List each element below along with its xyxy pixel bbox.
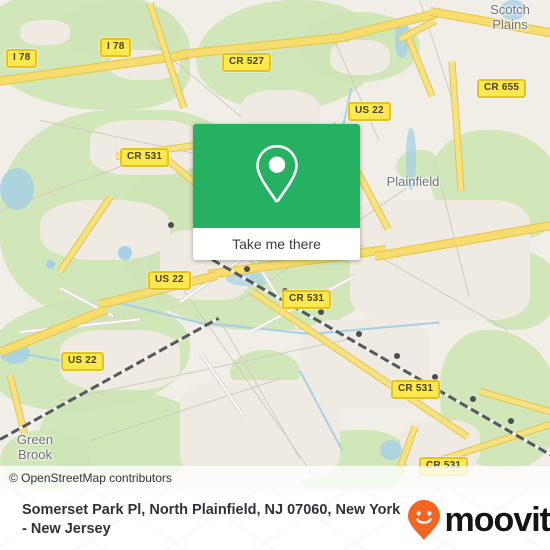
place-label: Green Brook (16, 432, 54, 462)
footer-bar: Somerset Park Pl, North Plainfield, NJ 0… (0, 489, 550, 550)
place-label: Scotch Plains (490, 2, 530, 32)
address-label: Somerset Park Pl, North Plainfield, NJ 0… (22, 501, 401, 537)
popup-image-area (193, 124, 360, 228)
map-canvas[interactable]: I 78 I 78 CR 527 US 22 CR 655 CR 531 US 22 CR 5… (0, 0, 550, 489)
take-me-there-label: Take me there (232, 236, 321, 252)
map-screenshot: I 78 I 78 CR 527 US 22 CR 655 CR 531 US 22 CR 5… (0, 0, 550, 550)
moovit-logo[interactable]: moovit (407, 499, 550, 541)
attribution-text: © OpenStreetMap contributors (9, 470, 172, 485)
take-me-there-button[interactable]: Take me there (193, 228, 360, 260)
moovit-wordmark: moovit (444, 500, 550, 539)
attribution-bar: © OpenStreetMap contributors (0, 466, 550, 489)
moovit-pin-smile-icon (407, 499, 441, 541)
place-label: Plainfield (386, 174, 440, 189)
location-popup-card[interactable]: Take me there (193, 124, 360, 260)
map-pin-icon (249, 141, 305, 208)
